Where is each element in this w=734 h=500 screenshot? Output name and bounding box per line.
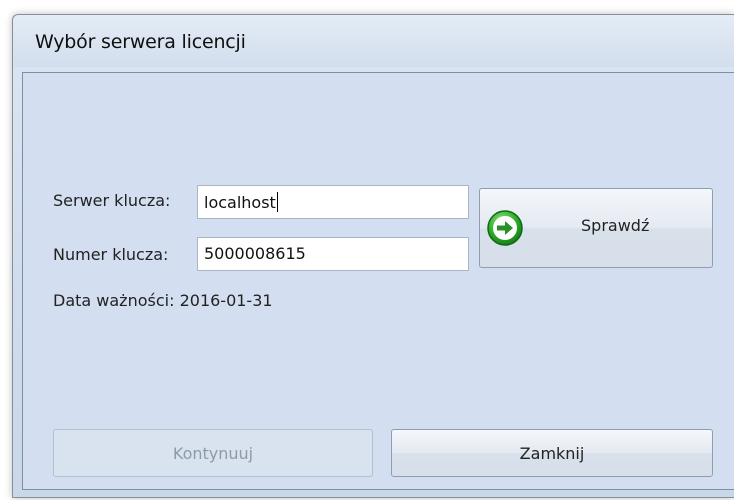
number-input-value: 5000008615 [204, 244, 306, 263]
continue-button-label: Kontynuuj [172, 443, 254, 463]
server-label: Serwer klucza: [53, 191, 171, 210]
expiry-label: Data ważności: [53, 291, 175, 310]
close-button[interactable]: Zamknij [391, 429, 713, 477]
server-input[interactable]: localhost [197, 185, 469, 219]
check-button[interactable]: Sprawdź [479, 188, 713, 268]
continue-button[interactable]: Kontynuuj [53, 429, 373, 477]
expiry-row: Data ważności: 2016-01-31 [53, 291, 273, 310]
window-title: Wybór serwera licencji [35, 31, 246, 53]
number-input[interactable]: 5000008615 [197, 237, 469, 271]
title-bar[interactable]: Wybór serwera licencji [13, 15, 734, 67]
server-input-value: localhost [204, 193, 276, 212]
close-button-label: Zamknij [519, 443, 585, 463]
dialog-content: Serwer klucza: localhost Numer klucza: 5… [22, 72, 734, 490]
license-server-dialog: Wybór serwera licencji Serwer klucza: lo… [12, 14, 734, 498]
number-label: Numer klucza: [53, 245, 169, 264]
green-arrow-right-icon [487, 210, 523, 246]
check-button-label: Sprawdź [581, 215, 650, 235]
expiry-value: 2016-01-31 [179, 291, 273, 310]
text-caret [276, 192, 278, 212]
